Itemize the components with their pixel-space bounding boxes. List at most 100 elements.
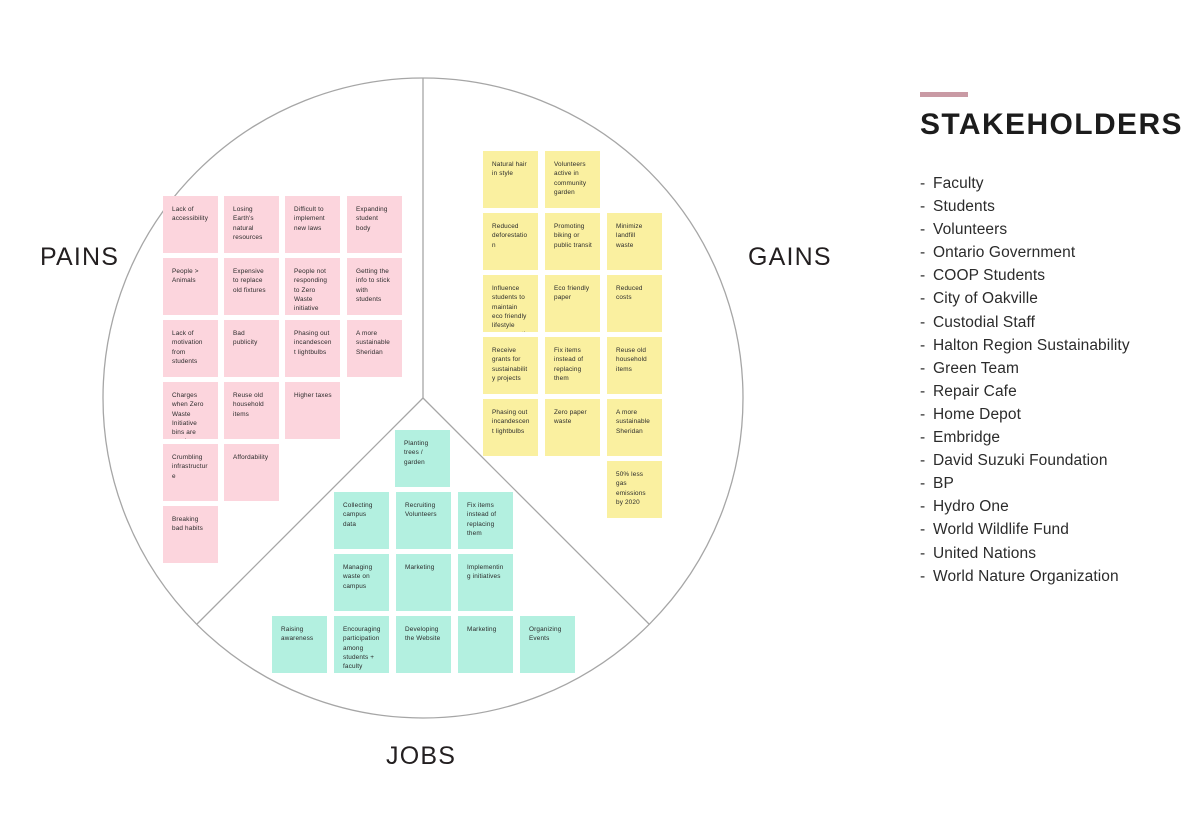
sticky-note[interactable]: Bad publicity <box>224 320 279 377</box>
sticky-note[interactable]: Phasing out incandescent lightbulbs <box>285 320 340 377</box>
sticky-note-text: People > Animals <box>172 268 199 285</box>
sticky-note[interactable]: Influence students to maintain eco frien… <box>483 275 538 332</box>
list-bullet: - <box>920 175 926 192</box>
list-bullet: - <box>920 290 926 308</box>
sticky-note[interactable]: Expanding student body <box>347 196 402 253</box>
sticky-note-text: Organizing Events <box>529 626 562 643</box>
stakeholder-label: United Nations <box>933 544 1037 562</box>
stakeholder-label: City of Oakville <box>933 290 1038 308</box>
sticky-note-text: Reduced costs <box>616 285 643 302</box>
sticky-note-text: Higher taxes <box>294 392 332 399</box>
sticky-note-text: Eco friendly paper <box>554 285 590 302</box>
sticky-note-text: Volunteers active in community garden <box>554 161 587 196</box>
sticky-note[interactable]: Eco friendly paper <box>545 275 600 332</box>
sticky-note[interactable]: Fix items instead of replacing them <box>545 337 600 394</box>
sticky-note[interactable]: Organizing Events <box>520 616 575 673</box>
sticky-note[interactable]: Reduced costs <box>607 275 662 332</box>
sticky-note-text: Developing the Website <box>405 626 441 643</box>
sticky-note-text: Phasing out incandescent lightbulbs <box>294 330 332 356</box>
stakeholder-item: - Faculty <box>920 172 1180 195</box>
sticky-note[interactable]: Marketing <box>396 554 451 611</box>
sticky-note[interactable]: Zero paper waste <box>545 399 600 456</box>
sticky-note[interactable]: Reuse old household items <box>607 337 662 394</box>
sticky-note[interactable]: Developing the Website <box>396 616 451 673</box>
stakeholder-item: - Volunteers <box>920 218 1180 241</box>
stakeholder-item: - United Nations <box>920 542 1180 565</box>
list-bullet: - <box>920 498 926 516</box>
list-bullet: - <box>920 521 926 539</box>
list-bullet: - <box>920 244 926 262</box>
list-bullet: - <box>920 221 926 239</box>
sticky-note[interactable]: Planting trees / garden <box>395 430 450 487</box>
stakeholder-item: - Repair Cafe <box>920 380 1180 403</box>
sticky-note[interactable]: Charges when Zero Waste Initiative bins … <box>163 382 218 439</box>
sticky-note[interactable]: A more sustainable Sheridan <box>607 399 662 456</box>
sticky-note[interactable]: Reduced deforestation <box>483 213 538 270</box>
sticky-note[interactable]: Natural hair in style <box>483 151 538 208</box>
sticky-note[interactable]: Managing waste on campus <box>334 554 389 611</box>
sticky-note-text: Fix items instead of replacing them <box>467 502 497 537</box>
sticky-note[interactable]: Lack of accessibility <box>163 196 218 253</box>
stakeholder-item: - Ontario Government <box>920 241 1180 264</box>
sticky-note[interactable]: Affordability <box>224 444 279 501</box>
stakeholder-item: - Green Team <box>920 357 1180 380</box>
sticky-note[interactable]: Lack of motivation from students <box>163 320 218 377</box>
sticky-note-text: Phasing out incandescent lightbulbs <box>492 409 530 435</box>
sticky-note-text: A more sustainable Sheridan <box>616 409 650 435</box>
sticky-note-text: Getting the info to stick with students <box>356 268 390 303</box>
sticky-note-text: People not responding to Zero Waste init… <box>294 268 328 313</box>
sticky-note-text: Minimize landfill waste <box>616 223 643 249</box>
sticky-note[interactable]: Raising awareness <box>272 616 327 673</box>
stakeholder-label: David Suzuki Foundation <box>933 452 1108 470</box>
sticky-note[interactable]: Crumbling infrastructure <box>163 444 218 501</box>
sticky-note-text: Managing waste on campus <box>343 564 373 590</box>
sticky-note[interactable]: Getting the info to stick with students <box>347 258 402 315</box>
sticky-note-text: Receive grants for sustainability projec… <box>492 347 528 382</box>
sticky-note[interactable]: Reuse old household items <box>224 382 279 439</box>
stakeholder-item: - BP <box>920 472 1180 495</box>
stakeholder-label: BP <box>933 475 954 493</box>
section-label-gains: GAINS <box>748 243 832 271</box>
stakeholder-item: - Students <box>920 195 1180 218</box>
sticky-note[interactable]: Phasing out incandescent lightbulbs <box>483 399 538 456</box>
sticky-note[interactable]: Fix items instead of replacing them <box>458 492 513 549</box>
sticky-note[interactable]: A more sustainable Sheridan <box>347 320 402 377</box>
sticky-note[interactable]: People > Animals <box>163 258 218 315</box>
list-bullet: - <box>920 313 926 331</box>
stakeholder-label: Repair Cafe <box>933 382 1017 400</box>
sticky-note[interactable]: People not responding to Zero Waste init… <box>285 258 340 315</box>
list-bullet: - <box>920 544 926 562</box>
stakeholder-label: Halton Region Sustainability <box>933 336 1130 354</box>
sticky-note[interactable]: Minimize landfill waste <box>607 213 662 270</box>
sticky-note-text: Expensive to replace old fixtures <box>233 268 266 294</box>
list-bullet: - <box>920 475 926 493</box>
sticky-note[interactable]: 50% less gas emissions by 2020 <box>607 461 662 518</box>
sticky-note[interactable]: Promoting biking or public transit <box>545 213 600 270</box>
sticky-note-text: Crumbling infrastructure <box>172 454 208 480</box>
sticky-note[interactable]: Implementing initiatives <box>458 554 513 611</box>
sticky-note[interactable]: Losing Earth's natural resources <box>224 196 279 253</box>
sticky-note[interactable]: Receive grants for sustainability projec… <box>483 337 538 394</box>
sticky-note[interactable]: Higher taxes <box>285 382 340 439</box>
sticky-note-text: Breaking bad habits <box>172 516 203 533</box>
sticky-note-text: Difficult to implement new laws <box>294 206 325 232</box>
stakeholder-label: Volunteers <box>933 221 1008 239</box>
sticky-note[interactable]: Recruiting Volunteers <box>396 492 451 549</box>
sticky-note-text: Bad publicity <box>233 330 258 347</box>
sticky-note-text: Charges when Zero Waste Initiative bins … <box>172 392 206 439</box>
stakeholders-list: - Faculty - Students - Volunteers - Ontario Gov… <box>920 172 1180 588</box>
sticky-note[interactable]: Volunteers active in community garden <box>545 151 600 208</box>
sticky-note[interactable]: Collecting campus data <box>334 492 389 549</box>
stakeholder-item: - Home Depot <box>920 403 1180 426</box>
stakeholder-label: Faculty <box>933 175 984 192</box>
list-bullet: - <box>920 567 926 585</box>
sticky-note[interactable]: Marketing <box>458 616 513 673</box>
stakeholder-label: Custodial Staff <box>933 313 1036 331</box>
sticky-note[interactable]: Difficult to implement new laws <box>285 196 340 253</box>
sticky-note[interactable]: Encouraging participation among students… <box>334 616 389 673</box>
sticky-note-text: Planting trees / garden <box>404 440 429 466</box>
sticky-note[interactable]: Breaking bad habits <box>163 506 218 563</box>
sticky-note-text: Lack of motivation from students <box>172 330 203 365</box>
sticky-note-text: Losing Earth's natural resources <box>233 206 263 241</box>
sticky-note[interactable]: Expensive to replace old fixtures <box>224 258 279 315</box>
